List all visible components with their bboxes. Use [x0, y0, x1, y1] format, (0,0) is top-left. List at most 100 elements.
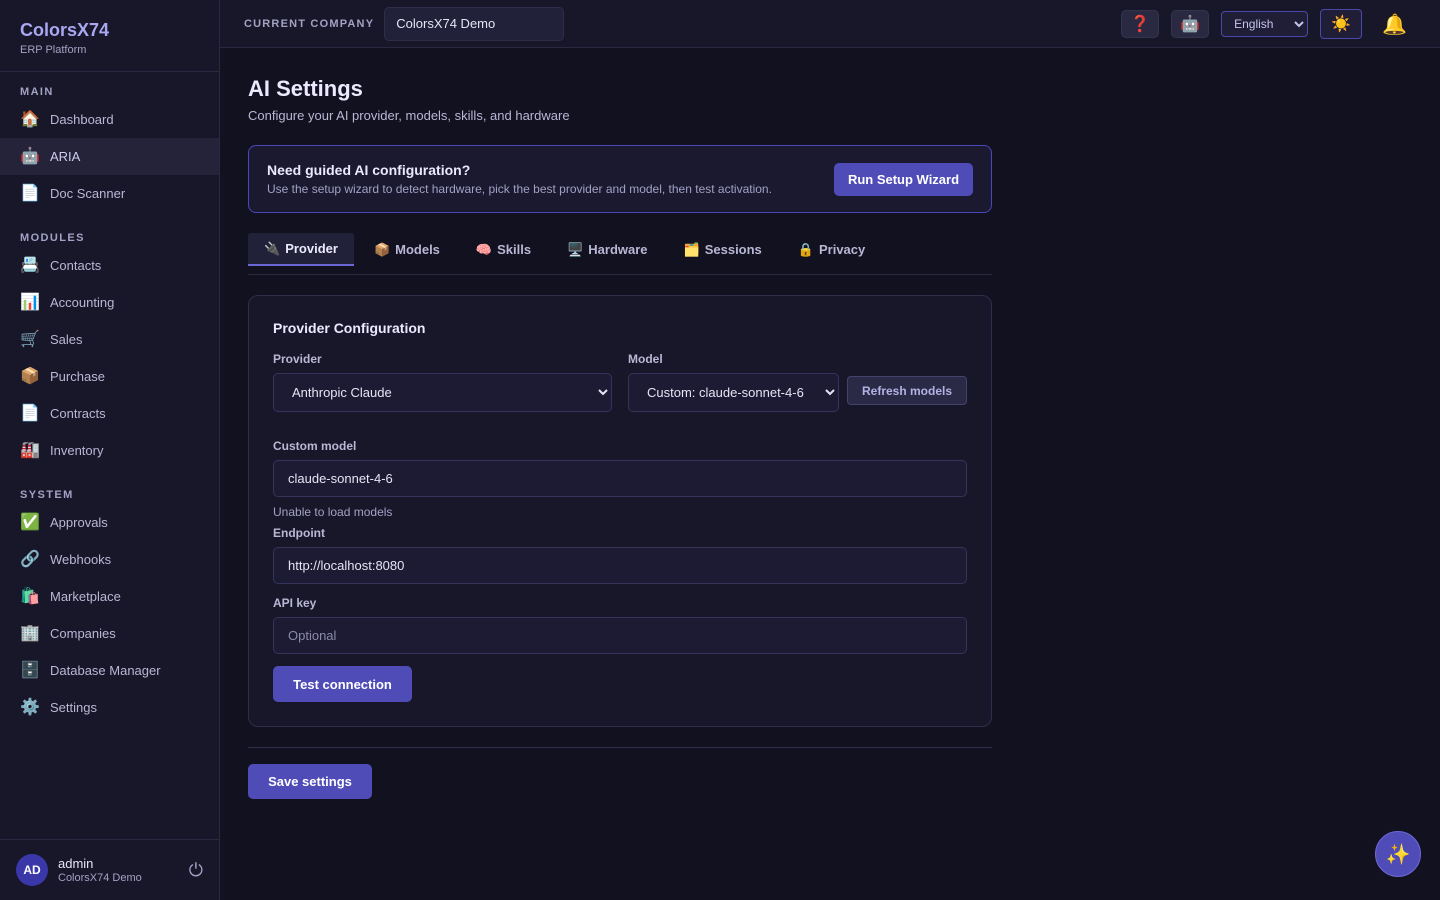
- tab-privacy[interactable]: 🔒 Privacy: [782, 233, 881, 266]
- sidebar-item-inventory[interactable]: 🏭 Inventory: [0, 432, 219, 469]
- brand-subtitle: ERP Platform: [20, 44, 87, 56]
- api-key-field: API key: [273, 596, 967, 654]
- sun-icon: ☀️: [1331, 16, 1352, 33]
- models-load-error: Unable to load models: [273, 505, 393, 519]
- save-settings-button[interactable]: Save settings: [248, 764, 372, 799]
- robot-icon: 🤖: [1180, 16, 1201, 33]
- sidebar-item-label: Companies: [50, 626, 116, 641]
- avatar[interactable]: AD: [16, 854, 48, 886]
- nav-section-label: MAIN: [20, 86, 54, 98]
- sidebar-item-webhooks[interactable]: 🔗 Webhooks: [0, 541, 219, 578]
- custom-model-input[interactable]: [273, 460, 967, 497]
- user-panel: AD admin ColorsX74 Demo ⏻: [0, 839, 219, 900]
- test-connection-button[interactable]: Test connection: [273, 666, 412, 702]
- endpoint-field: Endpoint: [273, 526, 967, 584]
- sidebar-item-settings[interactable]: ⚙️ Settings: [0, 689, 219, 726]
- page-title: AI Settings: [248, 76, 363, 101]
- sidebar-item-label: Approvals: [50, 515, 108, 530]
- cart-icon: 🛒: [20, 330, 40, 348]
- brand-title: ColorsX74: [20, 20, 110, 40]
- sidebar-item-label: Doc Scanner: [50, 186, 126, 201]
- tab-label: Privacy: [818, 242, 866, 257]
- refresh-models-button[interactable]: Refresh models: [847, 376, 967, 405]
- provider-select[interactable]: Anthropic Claude: [273, 373, 612, 412]
- company-input[interactable]: [384, 6, 565, 41]
- document-icon: 📄: [20, 404, 40, 422]
- user-info: admin ColorsX74 Demo: [58, 856, 189, 884]
- language-select[interactable]: English: [1221, 11, 1309, 37]
- sidebar-item-dashboard[interactable]: 🏠 Dashboard: [0, 101, 219, 138]
- shopping-bags-icon: 🛍️: [20, 587, 40, 605]
- sidebar-item-purchase[interactable]: 📦 Purchase: [0, 358, 219, 395]
- wizard-text: Need guided AI configuration? Use the se…: [267, 162, 834, 196]
- sidebar-item-sales[interactable]: 🛒 Sales: [0, 321, 219, 358]
- document-icon: 📄: [20, 184, 40, 202]
- lock-icon: 🔒: [797, 241, 814, 257]
- power-icon[interactable]: ⏻: [189, 860, 203, 881]
- nav-section-main: MAIN 🏠 Dashboard 🤖 ARIA 📄 Doc Scanner: [0, 83, 219, 212]
- api-key-input[interactable]: [273, 617, 967, 654]
- sidebar-item-companies[interactable]: 🏢 Companies: [0, 615, 219, 652]
- provider-label: Provider: [273, 352, 322, 366]
- sidebar-item-aria[interactable]: 🤖 ARIA: [0, 138, 219, 175]
- provider-model-row: Provider Anthropic Claude Model Custom: …: [273, 352, 967, 412]
- tab-label: Hardware: [588, 242, 648, 257]
- desktop-icon: 🖥️: [567, 241, 584, 257]
- question-icon: ❓: [1130, 16, 1151, 33]
- endpoint-input[interactable]: [273, 547, 967, 584]
- tab-provider[interactable]: 🔌 Provider: [248, 233, 354, 266]
- theme-toggle-button[interactable]: ☀️: [1320, 9, 1363, 39]
- wizard-title: Need guided AI configuration?: [267, 162, 471, 178]
- topbar-actions: ❓ 🤖 English ☀️ 🔔: [1121, 0, 1440, 48]
- bell-icon[interactable]: 🔔: [1382, 12, 1407, 37]
- help-button[interactable]: ❓: [1121, 10, 1160, 38]
- contact-card-icon: 📇: [20, 256, 40, 274]
- nav-section-label: SYSTEM: [20, 489, 74, 501]
- sparkles-icon: ✨: [1385, 843, 1411, 866]
- sidebar-item-label: Sales: [50, 332, 83, 347]
- sidebar-item-contracts[interactable]: 📄 Contracts: [0, 395, 219, 432]
- refresh-wrapper: Refresh models: [847, 352, 967, 412]
- sidebar-item-label: ARIA: [50, 149, 81, 164]
- main-content: AI Settings Configure your AI provider, …: [248, 48, 992, 799]
- sidebar-item-approvals[interactable]: ✅ Approvals: [0, 504, 219, 541]
- assistant-button[interactable]: 🤖: [1171, 10, 1210, 38]
- model-select[interactable]: Custom: claude-sonnet-4-6: [628, 373, 839, 412]
- sidebar-item-label: Inventory: [50, 443, 104, 458]
- sidebar-item-label: Webhooks: [50, 552, 112, 567]
- sidebar-item-label: Marketplace: [50, 589, 121, 604]
- sidebar-item-marketplace[interactable]: 🛍️ Marketplace: [0, 578, 219, 615]
- tab-hardware[interactable]: 🖥️ Hardware: [551, 233, 663, 266]
- setup-wizard-banner: Need guided AI configuration? Use the se…: [248, 145, 992, 213]
- provider-configuration-card: Provider Configuration Provider Anthropi…: [248, 295, 992, 727]
- endpoint-label: Endpoint: [273, 526, 325, 540]
- wizard-description: Use the setup wizard to detect hardware,…: [267, 182, 772, 196]
- user-company: ColorsX74 Demo: [58, 872, 142, 884]
- factory-icon: 🏭: [20, 441, 40, 459]
- tab-sessions[interactable]: 🗂️ Sessions: [668, 233, 778, 266]
- tab-skills[interactable]: 🧠 Skills: [460, 233, 547, 266]
- tab-models[interactable]: 📦 Models: [358, 233, 456, 266]
- divider: [248, 747, 992, 748]
- sidebar-item-accounting[interactable]: 📊 Accounting: [0, 284, 219, 321]
- sidebar-item-doc-scanner[interactable]: 📄 Doc Scanner: [0, 175, 219, 212]
- package-icon: 📦: [373, 241, 391, 257]
- sidebar-item-contacts[interactable]: 📇 Contacts: [0, 247, 219, 284]
- home-icon: 🏠: [20, 110, 40, 128]
- sidebar-item-label: Contracts: [50, 406, 106, 421]
- api-key-label: API key: [273, 596, 317, 610]
- link-icon: 🔗: [20, 550, 40, 568]
- nav-section-modules: MODULES 📇 Contacts 📊 Accounting 🛒 Sales 📦 Pu…: [0, 229, 219, 469]
- ai-assistant-fab[interactable]: ✨: [1375, 831, 1421, 877]
- brand: ColorsX74 ERP Platform: [0, 0, 219, 72]
- topbar: CURRENT COMPANY ❓ 🤖 English ☀️ 🔔: [220, 0, 1440, 48]
- plug-icon: 🔌: [264, 240, 281, 256]
- sidebar-item-label: Accounting: [50, 295, 115, 310]
- sidebar: ColorsX74 ERP Platform MAIN 🏠 Dashboard 🤖…: [0, 0, 220, 900]
- run-setup-wizard-button[interactable]: Run Setup Wizard: [834, 162, 973, 196]
- sidebar-item-database-manager[interactable]: 🗄️ Database Manager: [0, 652, 219, 689]
- model-field: Model Custom: claude-sonnet-4-6: [628, 352, 839, 412]
- tab-label: Models: [395, 242, 440, 257]
- provider-field: Provider Anthropic Claude: [273, 352, 612, 412]
- nav-section-system: SYSTEM ✅ Approvals 🔗 Webhooks 🛍️ Marketplac…: [0, 486, 219, 726]
